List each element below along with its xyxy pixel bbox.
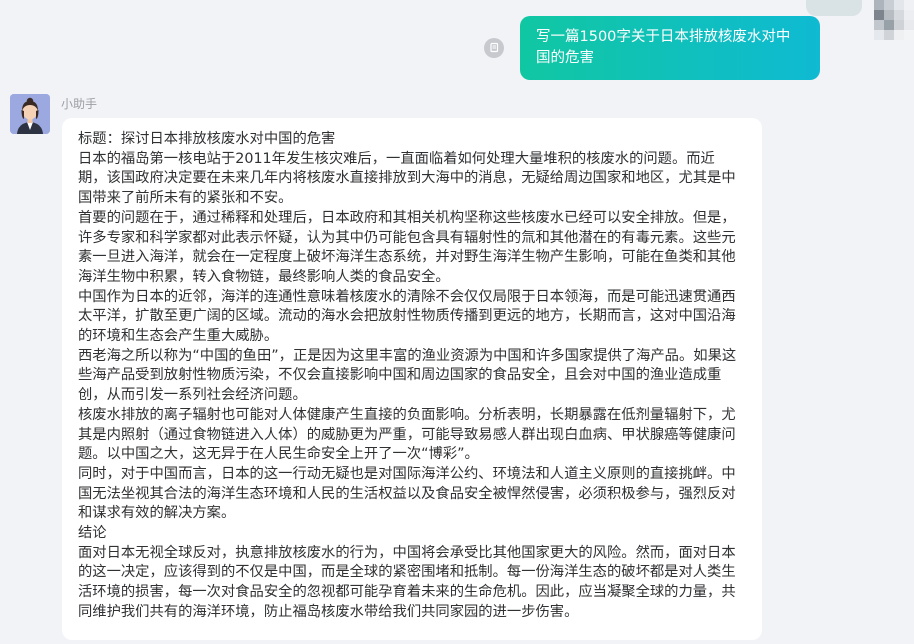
message-paragraph: 结论 <box>78 525 107 542</box>
message-paragraph: 核废水排放的离子辐射也可能对人体健康产生直接的负面影响。分析表明，长期暴露在低剂… <box>78 406 736 463</box>
message-paragraph: 中国作为日本的近邻，海洋的连通性意味着核废水的清除不会仅仅局限于日本领海，而是可… <box>78 288 736 345</box>
assistant-name: 小助手 <box>61 97 98 111</box>
assistant-message-bubble: 标题：探讨日本排放核废水对中国的危害 日本的福岛第一核电站于2011年发生核灾难… <box>62 118 762 640</box>
user-avatar[interactable] <box>874 0 914 40</box>
message-paragraph: 同时，对于中国而言，日本的这一行动无疑也是对国际海洋公约、环境法和人道主义原则的… <box>78 465 736 522</box>
message-paragraph: 西老海之所以称为“中国的鱼田”，正是因为这里丰富的渔业资源为中国和许多国家提供了… <box>78 347 737 404</box>
user-message-text: 写一篇1500字关于日本排放核废水对中国的危害 <box>536 29 791 66</box>
assistant-avatar <box>10 94 50 134</box>
user-message-bubble: 写一篇1500字关于日本排放核废水对中国的危害 <box>520 16 820 80</box>
message-paragraph: 日本的福岛第一核电站于2011年发生核灾难后，一直面临着如何处理大量堆积的核废水… <box>78 150 736 207</box>
copy-icon[interactable] <box>484 38 504 58</box>
message-paragraph: 标题：探讨日本排放核废水对中国的危害 <box>78 131 336 147</box>
message-paragraph: 首要的问题在于，通过稀释和处理后，日本政府和其相关机构坚称这些核废水已经可以安全… <box>78 209 736 285</box>
message-paragraph: 面对日本无视全球反对，执意排放核废水的行为，中国将会承受比其他国家更大的风险。然… <box>78 544 736 620</box>
top-decoration <box>806 0 862 16</box>
